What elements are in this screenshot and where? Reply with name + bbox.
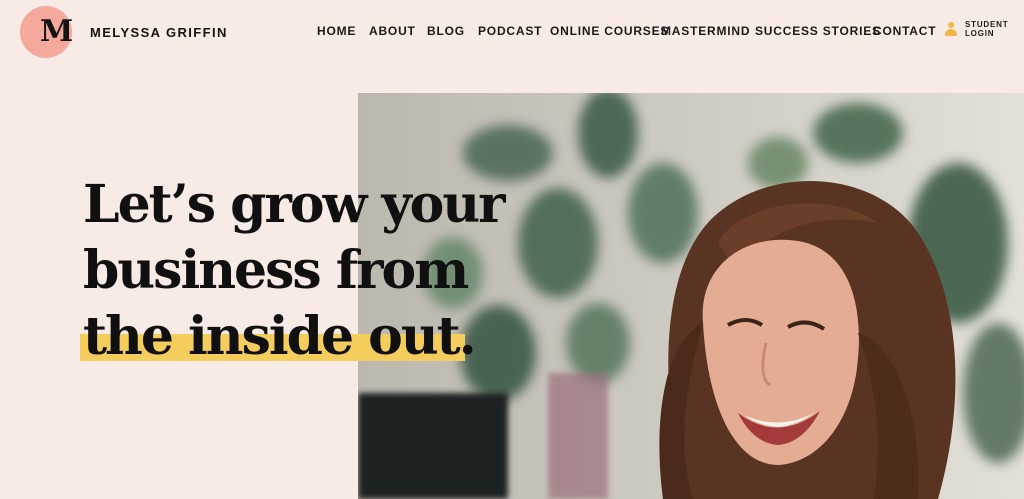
nav-online-courses[interactable]: ONLINE COURSES bbox=[550, 23, 669, 39]
headline-line-2: business from bbox=[83, 240, 469, 301]
nav-contact[interactable]: CONTACT bbox=[873, 23, 936, 39]
nav-about[interactable]: ABOUT bbox=[369, 23, 416, 39]
logo-letter: M bbox=[40, 14, 74, 49]
nav-blog[interactable]: BLOG bbox=[427, 23, 465, 39]
user-icon bbox=[945, 22, 957, 36]
hero-headline: Let’s grow your business from bbox=[83, 172, 543, 304]
brand-logo-link[interactable]: M MELYSSA GRIFFIN bbox=[20, 6, 228, 58]
student-login-link[interactable]: STUDENT LOGIN bbox=[945, 20, 1008, 38]
nav-home[interactable]: HOME bbox=[317, 23, 356, 39]
hero-headline-last: the inside out. bbox=[83, 304, 543, 370]
headline-line-1: Let’s grow your bbox=[83, 174, 506, 235]
brand-name: MELYSSA GRIFFIN bbox=[90, 24, 228, 40]
student-login-label: STUDENT LOGIN bbox=[965, 20, 1009, 38]
logo-circle: M bbox=[20, 6, 74, 58]
nav-podcast[interactable]: PODCAST bbox=[478, 23, 542, 39]
site-header: M MELYSSA GRIFFIN HOME ABOUT BLOG PODCAS… bbox=[0, 0, 1024, 62]
headline-line-3: the inside out. bbox=[83, 306, 477, 367]
nav-mastermind[interactable]: MASTERMIND bbox=[661, 23, 750, 39]
nav-success-stories[interactable]: SUCCESS STORIES bbox=[755, 23, 881, 39]
